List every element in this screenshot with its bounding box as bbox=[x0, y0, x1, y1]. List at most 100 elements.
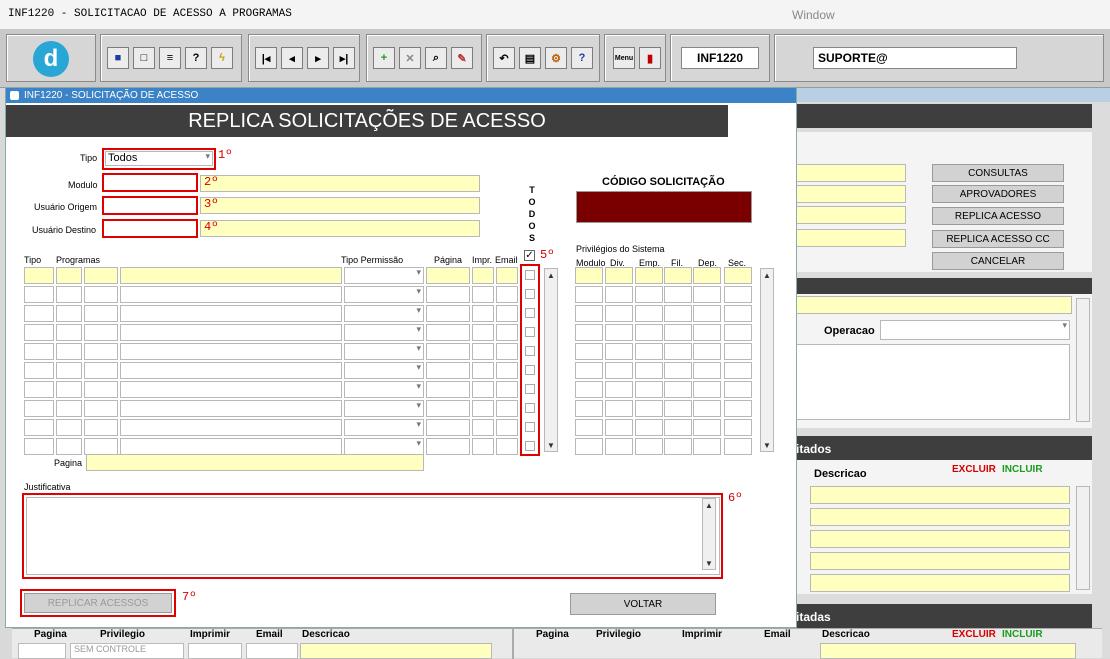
undo-icon[interactable]: ↶ bbox=[493, 47, 515, 69]
grid-cell-program-code[interactable] bbox=[84, 419, 118, 436]
grid-cell-program-name[interactable] bbox=[120, 324, 342, 341]
previous-record-icon[interactable]: ◂ bbox=[281, 47, 303, 69]
priv-cell[interactable] bbox=[605, 324, 633, 341]
grid-cell-program-name[interactable] bbox=[120, 381, 342, 398]
priv-cell[interactable] bbox=[724, 400, 752, 417]
grid-cell-tipo[interactable] bbox=[24, 381, 54, 398]
bg-list-row[interactable] bbox=[810, 574, 1070, 592]
priv-cell[interactable] bbox=[575, 381, 603, 398]
priv-cell[interactable] bbox=[635, 286, 663, 303]
grid-cell-code[interactable] bbox=[56, 362, 82, 379]
priv-cell[interactable] bbox=[724, 286, 752, 303]
grid-cell-code[interactable] bbox=[56, 324, 82, 341]
priv-cell[interactable] bbox=[724, 267, 752, 284]
grid-cell-program-code[interactable] bbox=[84, 305, 118, 322]
priv-cell[interactable] bbox=[664, 419, 692, 436]
privileges-scrollbar[interactable]: ▲ ▼ bbox=[760, 268, 774, 452]
priv-cell[interactable] bbox=[693, 286, 721, 303]
incluir-label[interactable]: INCLUIR bbox=[1002, 464, 1043, 475]
priv-cell[interactable] bbox=[575, 362, 603, 379]
grid-cell-impr[interactable] bbox=[472, 343, 494, 360]
cancelar-button[interactable]: CANCELAR bbox=[932, 252, 1064, 270]
grid-cell-tipo[interactable] bbox=[24, 305, 54, 322]
grid-cell-program-name[interactable] bbox=[120, 267, 342, 284]
priv-cell[interactable] bbox=[635, 343, 663, 360]
priv-cell[interactable] bbox=[575, 305, 603, 322]
grid-cell-program-name[interactable] bbox=[120, 438, 342, 455]
search-icon[interactable]: ⌕ bbox=[425, 47, 447, 69]
grid-cell-code[interactable] bbox=[56, 343, 82, 360]
grid-cell-pagina[interactable] bbox=[426, 400, 470, 417]
grid-cell-pagina[interactable] bbox=[426, 305, 470, 322]
grid-cell-pagina[interactable] bbox=[426, 324, 470, 341]
priv-cell[interactable] bbox=[664, 343, 692, 360]
bottom-row-descricao-right[interactable] bbox=[820, 643, 1076, 659]
help-query-icon[interactable]: ? bbox=[185, 47, 207, 69]
consultas-button[interactable]: CONSULTAS bbox=[932, 164, 1064, 182]
grid-cell-email[interactable] bbox=[496, 305, 518, 322]
grid-cell-pagina[interactable] bbox=[426, 267, 470, 284]
scroll-down-icon[interactable]: ▼ bbox=[545, 439, 557, 451]
usuario-destino-input[interactable] bbox=[102, 219, 198, 238]
priv-cell[interactable] bbox=[575, 438, 603, 455]
aprovadores-button[interactable]: APROVADORES bbox=[932, 185, 1064, 203]
grid-cell-impr[interactable] bbox=[472, 267, 494, 284]
edit-icon[interactable]: ✎ bbox=[451, 47, 473, 69]
justificativa-textarea[interactable] bbox=[26, 497, 720, 575]
priv-cell[interactable] bbox=[635, 305, 663, 322]
pagina-field[interactable] bbox=[86, 454, 424, 471]
window-menu[interactable]: Window bbox=[792, 8, 835, 22]
priv-cell[interactable] bbox=[664, 267, 692, 284]
grid-cell-tipo-permissao[interactable] bbox=[344, 305, 424, 322]
priv-cell[interactable] bbox=[693, 381, 721, 398]
grid-cell-program-code[interactable] bbox=[84, 400, 118, 417]
priv-cell[interactable] bbox=[605, 267, 633, 284]
priv-cell[interactable] bbox=[664, 381, 692, 398]
priv-cell[interactable] bbox=[693, 362, 721, 379]
priv-cell[interactable] bbox=[664, 362, 692, 379]
grid-cell-code[interactable] bbox=[56, 438, 82, 455]
grid-cell-impr[interactable] bbox=[472, 286, 494, 303]
priv-cell[interactable] bbox=[724, 438, 752, 455]
usuario-origem-name-field[interactable] bbox=[200, 197, 480, 214]
grid-cell-tipo-permissao[interactable] bbox=[344, 400, 424, 417]
lightning-icon[interactable]: ϟ bbox=[211, 47, 233, 69]
priv-cell[interactable] bbox=[605, 286, 633, 303]
priv-cell[interactable] bbox=[635, 267, 663, 284]
priv-cell[interactable] bbox=[693, 400, 721, 417]
grid-cell-impr[interactable] bbox=[472, 438, 494, 455]
bg-list-row[interactable] bbox=[810, 508, 1070, 526]
bg-list-row[interactable] bbox=[810, 486, 1070, 504]
bg-yellow-field[interactable] bbox=[796, 296, 1072, 314]
window-icon[interactable]: □ bbox=[133, 47, 155, 69]
operacao-select[interactable] bbox=[880, 320, 1070, 340]
grid-cell-email[interactable] bbox=[496, 343, 518, 360]
voltar-button[interactable]: VOLTAR bbox=[570, 593, 716, 615]
grid-cell-pagina[interactable] bbox=[426, 343, 470, 360]
grid-cell-program-name[interactable] bbox=[120, 305, 342, 322]
grid-cell-tipo[interactable] bbox=[24, 419, 54, 436]
grid-cell-program-name[interactable] bbox=[120, 400, 342, 417]
modulo-description-field[interactable] bbox=[200, 175, 480, 192]
priv-cell[interactable] bbox=[724, 419, 752, 436]
grid-cell-program-code[interactable] bbox=[84, 343, 118, 360]
priv-cell[interactable] bbox=[664, 286, 692, 303]
save-icon[interactable]: ■ bbox=[107, 47, 129, 69]
grid-cell-pagina[interactable] bbox=[426, 419, 470, 436]
priv-cell[interactable] bbox=[693, 419, 721, 436]
priv-cell[interactable] bbox=[724, 381, 752, 398]
grid-cell-email[interactable] bbox=[496, 286, 518, 303]
excluir-label[interactable]: EXCLUIR bbox=[952, 464, 996, 475]
settings-icon[interactable]: ⚙ bbox=[545, 47, 567, 69]
bottom-row-pagina[interactable] bbox=[18, 643, 66, 659]
scroll-up-icon[interactable]: ▲ bbox=[703, 499, 715, 511]
grid-cell-email[interactable] bbox=[496, 267, 518, 284]
usuario-destino-name-field[interactable] bbox=[200, 220, 480, 237]
bg-field-4[interactable] bbox=[796, 229, 906, 247]
bottom-incluir-label[interactable]: INCLUIR bbox=[1002, 629, 1043, 640]
priv-cell[interactable] bbox=[635, 400, 663, 417]
grid-cell-code[interactable] bbox=[56, 381, 82, 398]
bg-list-row[interactable] bbox=[810, 530, 1070, 548]
grid-cell-program-code[interactable] bbox=[84, 286, 118, 303]
priv-cell[interactable] bbox=[693, 305, 721, 322]
